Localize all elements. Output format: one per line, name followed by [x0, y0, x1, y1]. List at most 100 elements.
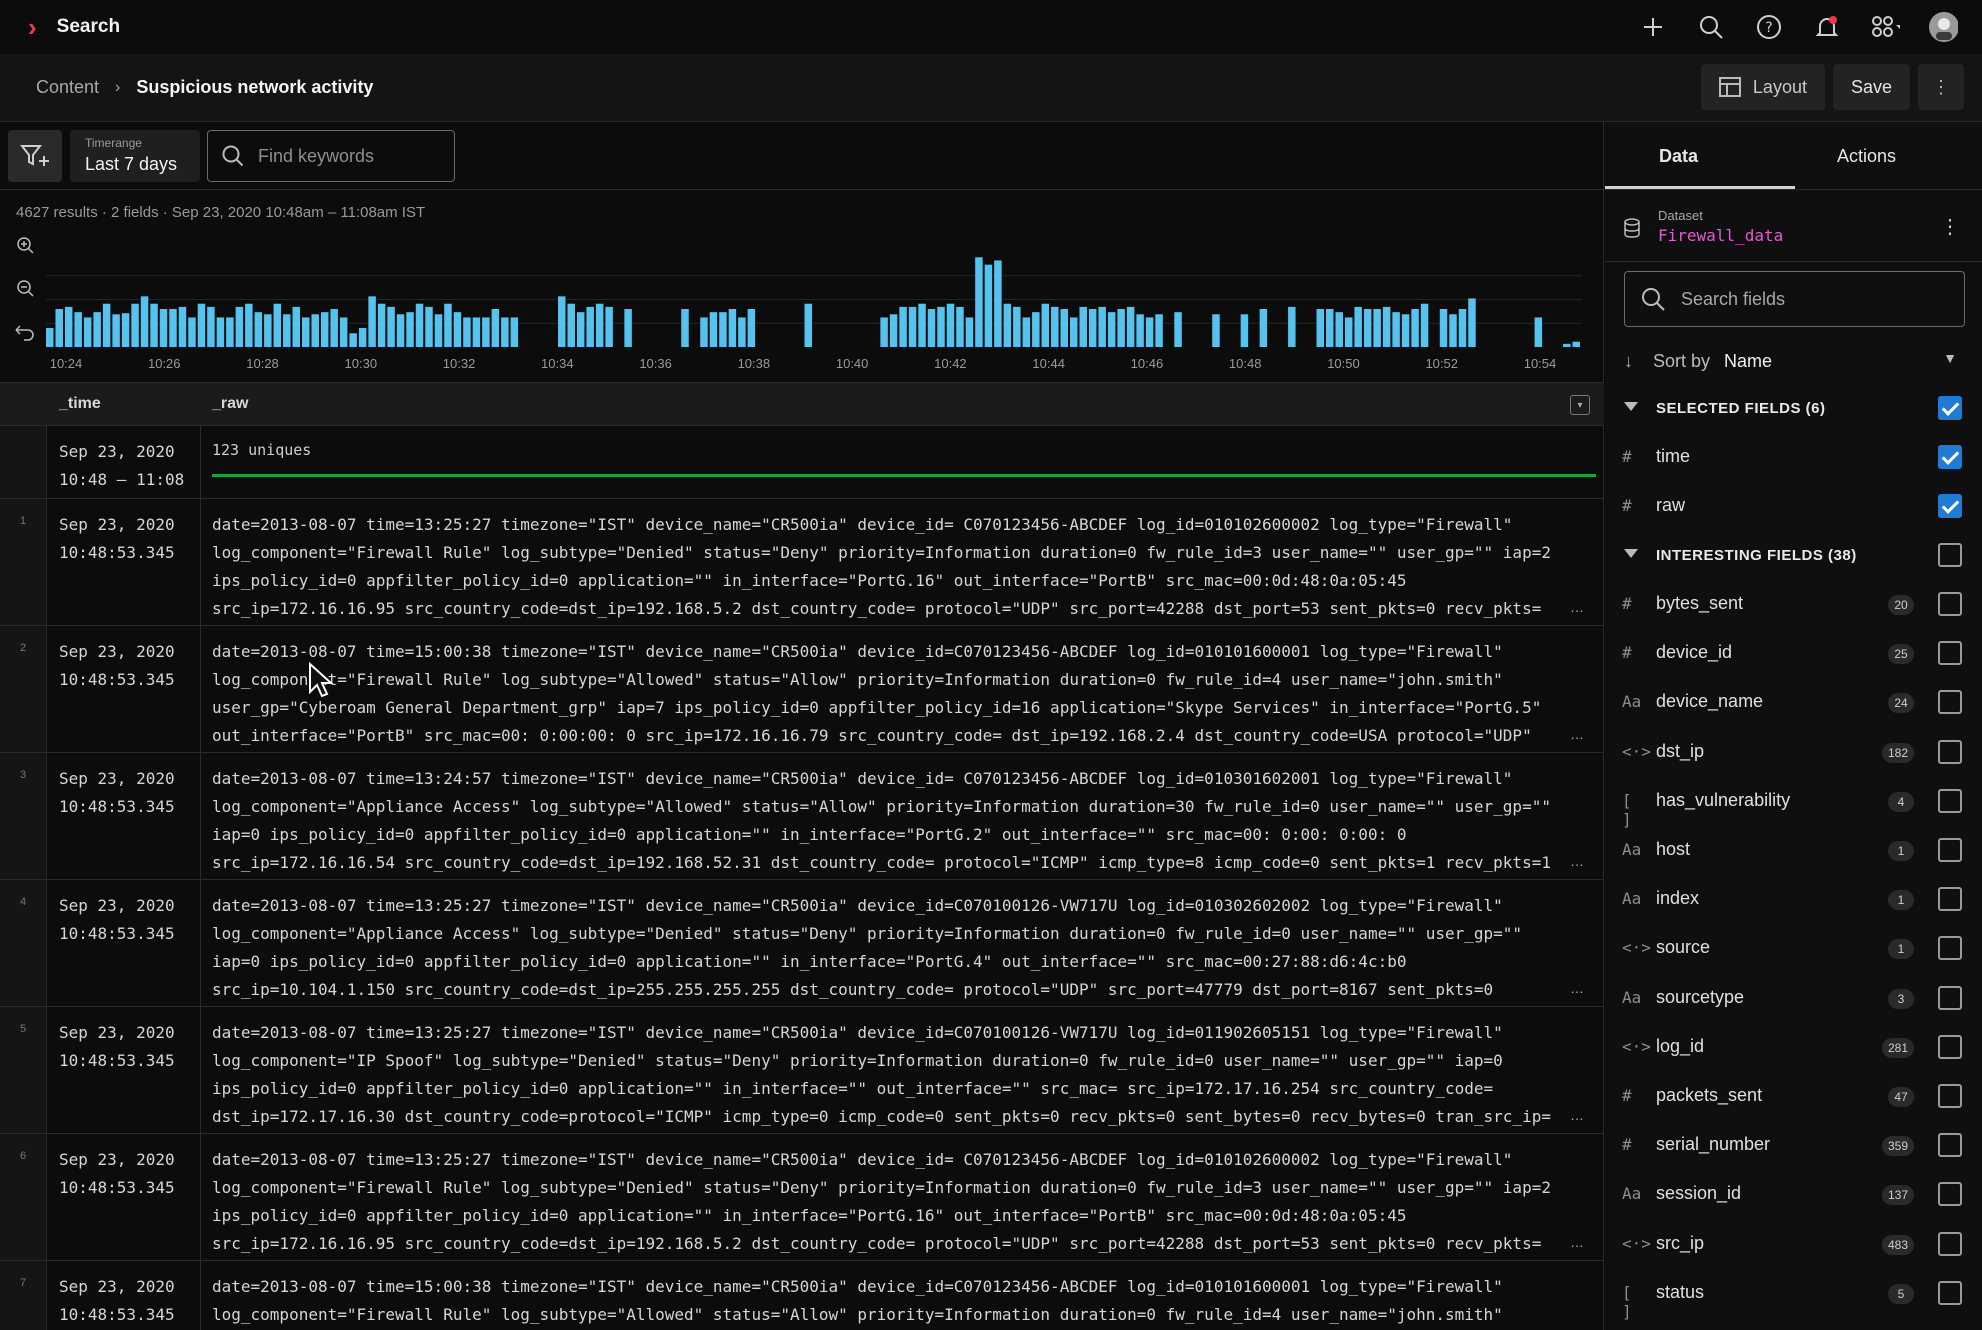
- histogram-bar[interactable]: [1032, 312, 1040, 347]
- histogram-bar[interactable]: [121, 313, 130, 347]
- histogram-bar[interactable]: [197, 303, 206, 347]
- histogram-bar[interactable]: [994, 260, 1002, 347]
- histogram-bar[interactable]: [1411, 309, 1419, 347]
- histogram-bar[interactable]: [472, 317, 481, 347]
- histogram-bar[interactable]: [1401, 314, 1410, 347]
- table-row[interactable]: 4 Sep 23, 2020 10:48:53.345 date=2013-08-07…: [0, 880, 1604, 1007]
- histogram-bar[interactable]: [150, 303, 158, 347]
- histogram-bar[interactable]: [1003, 303, 1012, 347]
- histogram-bar[interactable]: [169, 309, 177, 347]
- histogram-bar[interactable]: [1060, 309, 1068, 347]
- select-all-interesting-checkbox[interactable]: [1938, 543, 1962, 567]
- histogram-bar[interactable]: [709, 312, 718, 347]
- field-checkbox[interactable]: [1938, 494, 1962, 519]
- histogram-bar[interactable]: [1051, 306, 1059, 347]
- histogram-bar[interactable]: [112, 314, 120, 347]
- histogram-bar[interactable]: [1392, 312, 1400, 347]
- histogram-bar[interactable]: [804, 303, 812, 347]
- histogram-bar[interactable]: [235, 306, 244, 347]
- sort-control[interactable]: ↓ Sort by Name ▼: [1624, 342, 1965, 380]
- field-row-source[interactable]: <·> source 1: [1605, 924, 1982, 973]
- keyword-search[interactable]: [207, 130, 455, 182]
- histogram-bar[interactable]: [178, 306, 187, 347]
- histogram-bar[interactable]: [700, 317, 708, 347]
- selected-fields-group[interactable]: SELECTED FIELDS (6): [1605, 384, 1982, 433]
- histogram-bar[interactable]: [728, 309, 737, 347]
- histogram-bar[interactable]: [899, 306, 907, 347]
- field-row-host[interactable]: Aa host 1: [1605, 826, 1982, 875]
- histogram-bar[interactable]: [1212, 314, 1220, 347]
- select-all-selected-checkbox[interactable]: [1938, 396, 1962, 420]
- field-row-bytes-sent[interactable]: # bytes_sent 20: [1605, 580, 1982, 629]
- histogram-bar[interactable]: [349, 333, 357, 347]
- field-checkbox[interactable]: [1938, 739, 1962, 764]
- histogram-bar[interactable]: [64, 306, 73, 347]
- histogram-bar[interactable]: [1126, 306, 1135, 347]
- histogram-bar[interactable]: [501, 317, 509, 347]
- histogram-bar[interactable]: [1117, 309, 1125, 347]
- histogram-bar[interactable]: [1041, 303, 1050, 347]
- histogram-bar[interactable]: [131, 303, 139, 347]
- tab-actions[interactable]: Actions: [1837, 146, 1896, 167]
- field-row-status[interactable]: [ ] status 5: [1605, 1269, 1982, 1321]
- histogram-bar[interactable]: [927, 309, 936, 347]
- ellipsis-icon[interactable]: …: [1570, 980, 1584, 996]
- save-button[interactable]: Save: [1832, 64, 1910, 110]
- column-header-raw[interactable]: _raw: [212, 395, 248, 413]
- notification-bell-icon[interactable]: [1812, 12, 1842, 42]
- histogram-bar[interactable]: [975, 257, 983, 347]
- histogram-bar[interactable]: [1155, 314, 1163, 347]
- histogram-bar[interactable]: [605, 306, 613, 347]
- apps-grid-icon[interactable]: [1870, 12, 1900, 42]
- histogram-bar[interactable]: [406, 312, 414, 347]
- histogram-bar[interactable]: [1354, 306, 1362, 347]
- histogram-bar[interactable]: [1382, 306, 1391, 347]
- raw-cell[interactable]: date=2013-08-07 time=15:00:38 timezone="…: [212, 1273, 1592, 1329]
- histogram-bar[interactable]: [1344, 317, 1353, 347]
- histogram-bar[interactable]: [1363, 309, 1372, 347]
- user-avatar[interactable]: [1928, 12, 1958, 42]
- histogram-bar[interactable]: [1420, 303, 1429, 347]
- histogram-bar[interactable]: [102, 303, 111, 347]
- histogram-bar[interactable]: [965, 317, 974, 347]
- field-checkbox[interactable]: [1938, 690, 1962, 715]
- histogram-bar[interactable]: [453, 312, 462, 347]
- more-options-button[interactable]: ⋮: [1918, 64, 1964, 110]
- histogram-bar[interactable]: [576, 312, 585, 347]
- field-checkbox[interactable]: [1938, 1280, 1962, 1305]
- histogram-bar[interactable]: [1098, 306, 1106, 347]
- histogram-bar[interactable]: [216, 317, 225, 347]
- histogram-bar[interactable]: [358, 328, 367, 347]
- field-checkbox[interactable]: [1938, 445, 1962, 469]
- column-menu-icon[interactable]: ▾: [1570, 395, 1590, 415]
- keyword-search-input[interactable]: [258, 145, 448, 167]
- histogram-bar[interactable]: [377, 303, 386, 347]
- timerange-picker[interactable]: Timerange Last 7 days: [70, 130, 200, 182]
- field-row-session-id[interactable]: Aa session_id 137: [1605, 1170, 1982, 1219]
- ellipsis-icon[interactable]: …: [1570, 853, 1584, 869]
- histogram-bar[interactable]: [595, 303, 604, 347]
- histogram-bar[interactable]: [1136, 314, 1144, 347]
- histogram-bar[interactable]: [1335, 312, 1343, 347]
- field-row-index[interactable]: Aa index 1: [1605, 875, 1982, 924]
- histogram-bar[interactable]: [1449, 314, 1457, 347]
- histogram-bar[interactable]: [918, 303, 926, 347]
- histogram-bar[interactable]: [74, 312, 82, 347]
- histogram-bar[interactable]: [1572, 341, 1580, 347]
- histogram-bar[interactable]: [83, 317, 92, 347]
- ellipsis-icon[interactable]: …: [1570, 1107, 1584, 1123]
- histogram-bar[interactable]: [396, 314, 405, 347]
- field-row-log-id[interactable]: <·> log_id 281: [1605, 1023, 1982, 1072]
- add-filter-button[interactable]: [8, 130, 62, 182]
- field-search[interactable]: [1624, 271, 1965, 327]
- field-row-dst-ip[interactable]: <·> dst_ip 182: [1605, 728, 1982, 777]
- histogram-bar[interactable]: [1013, 306, 1021, 347]
- histogram-bar[interactable]: [311, 314, 319, 347]
- histogram-bar[interactable]: [292, 306, 300, 347]
- histogram-bar[interactable]: [1088, 309, 1097, 347]
- histogram-bar[interactable]: [889, 314, 898, 347]
- help-icon[interactable]: ?: [1754, 12, 1784, 42]
- histogram-bar[interactable]: [188, 317, 196, 347]
- histogram-bar[interactable]: [681, 309, 689, 347]
- histogram-bar[interactable]: [1079, 306, 1087, 347]
